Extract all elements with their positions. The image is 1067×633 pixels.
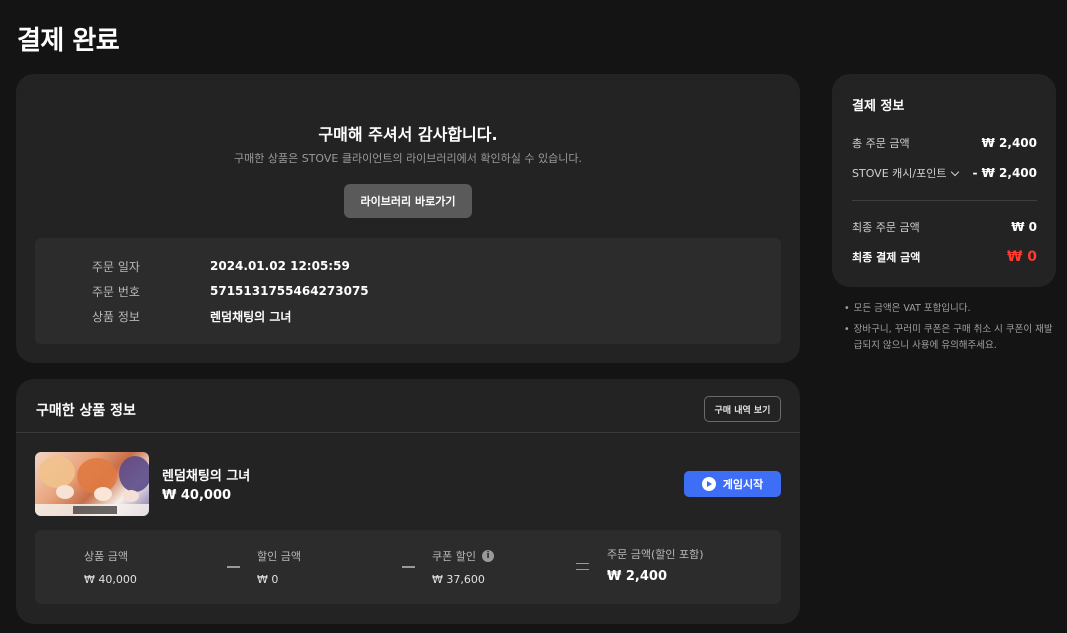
divider — [852, 200, 1037, 201]
game-thumbnail[interactable] — [35, 452, 149, 516]
cash-point-value: - ₩ 2,400 — [972, 166, 1037, 180]
cash-point-label: STOVE 캐시/포인트 — [852, 167, 947, 180]
total-order-label: 총 주문 금액 — [852, 137, 910, 150]
coupon-col: 쿠폰 할인 i ₩ 37,600 — [432, 548, 494, 586]
order-total-col: 주문 금액(할인 포함) ₩ 2,400 — [607, 546, 704, 584]
page-title: 결제 완료 — [17, 26, 120, 56]
coupon-label: 쿠폰 할인 — [432, 550, 476, 563]
order-product-label: 상품 정보 — [92, 309, 140, 324]
coupon-label-wrap: 쿠폰 할인 i — [432, 548, 494, 564]
purchased-product-title: 구매한 상품 정보 — [36, 403, 136, 419]
product-price-value: ₩ 40,000 — [84, 573, 137, 586]
game-title[interactable]: 렌덤채팅의 그녀 — [162, 465, 250, 484]
order-total-label: 주문 금액(할인 포함) — [607, 548, 704, 561]
note-item: • 장바구니, 꾸러미 쿠폰은 구매 취소 시 쿠폰이 재발급되지 않으니 사용… — [844, 322, 1054, 354]
purchased-product-card: 구매한 상품 정보 구매 내역 보기 렌덤채팅의 그녀 ₩ 40,000 게임시… — [16, 379, 800, 624]
game-start-button[interactable]: 게임시작 — [684, 471, 781, 497]
thanks-subtitle: 구매한 상품은 STOVE 클라이언트의 라이브러리에서 확인하실 수 있습니다… — [234, 152, 582, 165]
product-price-label: 상품 금액 — [84, 550, 128, 563]
total-order-row: 총 주문 금액 ₩ 2,400 — [852, 135, 1037, 151]
note-text: 장바구니, 꾸러미 쿠폰은 구매 취소 시 쿠폰이 재발급되지 않으니 사용에 … — [853, 324, 1053, 351]
final-order-value: ₩ 0 — [1011, 220, 1037, 234]
order-number-label: 주문 번호 — [92, 284, 140, 299]
order-total-value: ₩ 2,400 — [607, 569, 667, 584]
chevron-down-icon — [951, 167, 960, 176]
discount-value: ₩ 0 — [257, 573, 279, 586]
cash-point-toggle[interactable]: STOVE 캐시/포인트 — [852, 165, 960, 181]
order-product-row: 상품 정보 렌덤채팅의 그녀 — [35, 308, 781, 324]
purchased-product-header: 구매한 상품 정보 구매 내역 보기 — [16, 379, 800, 433]
library-button[interactable]: 라이브러리 바로가기 — [344, 184, 472, 218]
order-date-value: 2024.01.02 12:05:59 — [210, 259, 350, 273]
final-payment-label: 최종 결제 금액 — [852, 251, 921, 264]
final-order-row: 최종 주문 금액 ₩ 0 — [852, 219, 1037, 235]
thanks-card: 구매해 주셔서 감사합니다. 구매한 상품은 STOVE 클라이언트의 라이브러… — [16, 74, 800, 363]
order-date-label: 주문 일자 — [92, 259, 140, 274]
order-product-value: 렌덤채팅의 그녀 — [210, 309, 292, 324]
price-breakdown-box: 상품 금액 ₩ 40,000 할인 금액 ₩ 0 쿠폰 할인 i ₩ 37,60… — [35, 530, 781, 604]
play-icon — [701, 477, 716, 491]
final-payment-value: ₩ 0 — [1006, 249, 1037, 265]
equals-operator — [576, 563, 589, 570]
discount-col: 할인 금액 ₩ 0 — [257, 548, 301, 586]
order-number-value: 5715131755464273075 — [210, 284, 369, 298]
thanks-title: 구매해 주셔서 감사합니다. — [318, 125, 498, 144]
order-date-row: 주문 일자 2024.01.02 12:05:59 — [35, 258, 781, 274]
order-summary-box: 주문 일자 2024.01.02 12:05:59 주문 번호 57151317… — [35, 238, 781, 344]
final-payment-row: 최종 결제 금액 ₩ 0 — [852, 249, 1037, 265]
purchase-history-button[interactable]: 구매 내역 보기 — [704, 396, 781, 422]
total-order-value: ₩ 2,400 — [981, 136, 1037, 150]
payment-info-title: 결제 정보 — [852, 99, 905, 114]
coupon-value: ₩ 37,600 — [432, 573, 485, 586]
game-start-label: 게임시작 — [722, 478, 764, 491]
final-order-label: 최종 주문 금액 — [852, 221, 920, 234]
note-item: • 모든 금액은 VAT 포함입니다. — [844, 301, 1054, 317]
payment-notes: • 모든 금액은 VAT 포함입니다. • 장바구니, 꾸러미 쿠폰은 구매 취… — [844, 301, 1054, 359]
product-price-col: 상품 금액 ₩ 40,000 — [84, 548, 137, 586]
order-number-row: 주문 번호 5715131755464273075 — [35, 283, 781, 299]
cash-point-row[interactable]: STOVE 캐시/포인트 - ₩ 2,400 — [852, 165, 1037, 181]
payment-info-card: 결제 정보 총 주문 금액 ₩ 2,400 STOVE 캐시/포인트 - ₩ 2… — [832, 74, 1056, 287]
info-icon[interactable]: i — [481, 550, 494, 562]
game-thumbnail-art — [35, 456, 149, 516]
minus-operator — [227, 566, 240, 568]
note-text: 모든 금액은 VAT 포함입니다. — [853, 303, 971, 314]
game-price: ₩ 40,000 — [162, 488, 232, 503]
minus-operator — [402, 566, 415, 568]
discount-label: 할인 금액 — [257, 550, 301, 563]
